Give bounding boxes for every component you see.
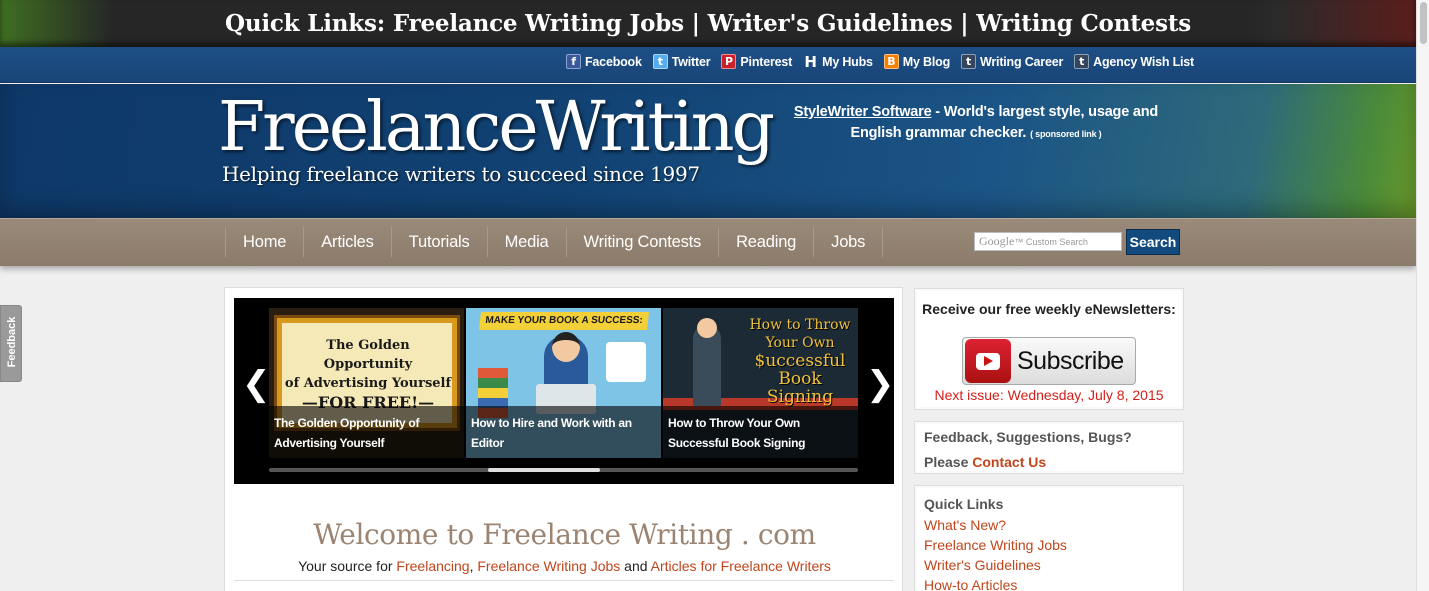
- tumblr-icon: t: [961, 54, 977, 69]
- social-bar: f Facebook t Twitter P Pinterest H My Hubs B…: [0, 47, 1416, 83]
- social-label: Pinterest: [740, 54, 793, 69]
- contact-us-link[interactable]: Contact Us: [972, 454, 1046, 470]
- feedback-prefix: Please: [924, 454, 973, 470]
- quick-link-whats-new[interactable]: What's New?: [924, 515, 1174, 535]
- newsletter-title: Receive our free weekly eNewsletters:: [922, 301, 1176, 317]
- social-label: My Hubs: [822, 54, 873, 69]
- search-input[interactable]: Google™ Custom Search: [974, 232, 1122, 251]
- art-line: Book Signing: [766, 369, 834, 407]
- sponsored-label: ( sponsored link ): [1030, 129, 1102, 139]
- feedback-box: Feedback, Suggestions, Bugs? Please Cont…: [914, 421, 1184, 474]
- feedback-title: Feedback, Suggestions, Bugs?: [924, 429, 1132, 445]
- main-nav: Home Articles Tutorials Media Writing Co…: [0, 218, 1416, 266]
- nav-reading[interactable]: Reading: [719, 227, 815, 257]
- subtitle-text: and: [620, 558, 651, 574]
- slide-hire-editor[interactable]: MAKE YOUR BOOK A SUCCESS: How to Hire an…: [466, 308, 661, 458]
- ad-link[interactable]: StyleWriter Software: [794, 104, 932, 120]
- featured-slider: ❮ The Golden Opportunity of Advertising …: [234, 298, 895, 484]
- sponsored-ad: StyleWriter Software - World's largest s…: [776, 102, 1176, 145]
- social-links: f Facebook t Twitter P Pinterest H My Hubs B…: [566, 52, 1205, 71]
- scrollbar-thumb[interactable]: [1420, 2, 1427, 44]
- nav-articles[interactable]: Articles: [304, 227, 392, 257]
- social-link-my-blog[interactable]: B My Blog: [883, 54, 951, 69]
- search-button[interactable]: Search: [1126, 229, 1180, 255]
- man-head-illustration: [697, 318, 717, 338]
- site-logo[interactable]: FreelanceWriting: [218, 94, 775, 162]
- link-freelancing[interactable]: Freelancing: [396, 558, 469, 574]
- nav-home[interactable]: Home: [226, 227, 305, 257]
- slide-caption[interactable]: The Golden Opportunity of Advertising Yo…: [269, 406, 464, 458]
- google-brand: Google: [979, 234, 1015, 248]
- social-label: Writing Career: [980, 54, 1064, 69]
- slide-banner: MAKE YOUR BOOK A SUCCESS:: [479, 312, 649, 330]
- quick-links-text[interactable]: Quick Links: Freelance Writing Jobs | Wr…: [225, 10, 1191, 37]
- nav-media[interactable]: Media: [488, 227, 567, 257]
- social-label: Twitter: [671, 54, 711, 69]
- slide-golden-opportunity[interactable]: The Golden Opportunity of Advertising Yo…: [269, 308, 464, 458]
- newsletter-box: Receive our free weekly eNewsletters: Su…: [914, 288, 1184, 410]
- art-line: How to Throw: [749, 317, 851, 333]
- page-scrollbar[interactable]: [1416, 0, 1429, 591]
- subscribe-label: Subscribe: [1017, 346, 1124, 375]
- art-line: $uccessful: [754, 351, 846, 371]
- nav-tutorials[interactable]: Tutorials: [392, 227, 488, 257]
- social-link-twitter[interactable]: t Twitter: [652, 54, 711, 69]
- quick-link-guidelines[interactable]: Writer's Guidelines: [924, 555, 1174, 575]
- slide-caption[interactable]: How to Hire and Work with an Editor: [466, 406, 661, 458]
- link-articles-for-writers[interactable]: Articles for Freelance Writers: [651, 558, 831, 574]
- link-freelance-writing-jobs[interactable]: Freelance Writing Jobs: [477, 558, 620, 574]
- subscribe-button[interactable]: Subscribe: [962, 337, 1136, 385]
- slide-caption[interactable]: How to Throw Your Own Successful Book Si…: [663, 406, 858, 458]
- site-header: FreelanceWriting Helping freelance write…: [0, 84, 1416, 218]
- site-tagline: Helping freelance writers to succeed sin…: [222, 162, 700, 186]
- social-label: My Blog: [902, 54, 951, 69]
- quick-links-title: Quick Links: [924, 496, 1004, 512]
- social-link-agency-wish-list[interactable]: t Agency Wish List: [1074, 54, 1194, 69]
- slider-scrollbar[interactable]: [269, 468, 858, 472]
- facebook-icon: f: [566, 54, 581, 69]
- slide-book-signing[interactable]: How to Throw Your Own $uccessful Book Si…: [663, 308, 858, 458]
- quick-links-bar: Quick Links: Freelance Writing Jobs | Wr…: [0, 0, 1416, 47]
- blogger-icon: B: [883, 54, 899, 69]
- slider-prev-arrow[interactable]: ❮: [242, 364, 271, 404]
- social-link-my-hubs[interactable]: H My Hubs: [803, 52, 873, 71]
- main-content: ❮ The Golden Opportunity of Advertising …: [224, 287, 903, 591]
- quick-link-jobs[interactable]: Freelance Writing Jobs: [924, 535, 1174, 555]
- chart-illustration: [606, 342, 646, 382]
- welcome-subtitle: Your source for Freelancing, Freelance W…: [225, 558, 904, 574]
- art-line: Your Own: [765, 335, 835, 351]
- slide-art-text: How to Throw Your Own $uccessful Book Si…: [743, 316, 857, 406]
- feedback-prompt: Please Contact Us: [924, 454, 1174, 470]
- slider-next-arrow[interactable]: ❯: [866, 364, 895, 404]
- search-placeholder: Custom Search: [1025, 237, 1088, 247]
- social-label: Facebook: [585, 54, 642, 69]
- art-line: The Golden Opportunity: [323, 338, 413, 372]
- hubpages-icon: H: [804, 52, 817, 71]
- pinterest-icon: P: [721, 54, 737, 69]
- feedback-tab-label: Feedback: [6, 316, 18, 368]
- divider: [234, 580, 894, 581]
- quick-links-box: Quick Links What's New? Freelance Writin…: [914, 485, 1184, 591]
- editor-head-illustration: [552, 332, 580, 362]
- social-link-pinterest[interactable]: P Pinterest: [721, 54, 792, 69]
- twitter-icon: t: [652, 54, 668, 69]
- social-link-writing-career[interactable]: t Writing Career: [961, 54, 1063, 69]
- welcome-heading: Welcome to Freelance Writing . com: [313, 518, 816, 551]
- slider-scroll-thumb[interactable]: [488, 468, 601, 472]
- nav-items: Home Articles Tutorials Media Writing Co…: [225, 227, 884, 257]
- art-line: of Advertising Yourself: [284, 376, 452, 391]
- youtube-icon: [965, 339, 1011, 383]
- social-link-facebook[interactable]: f Facebook: [566, 54, 642, 69]
- slide-art-text: The Golden Opportunity of Advertising Yo…: [283, 336, 453, 412]
- quick-link-how-to[interactable]: How-to Articles: [924, 575, 1174, 591]
- nav-jobs[interactable]: Jobs: [814, 227, 884, 257]
- subtitle-text: Your source for: [298, 558, 397, 574]
- nav-writing-contests[interactable]: Writing Contests: [567, 227, 720, 257]
- next-issue-date: Next issue: Wednesday, July 8, 2015: [934, 387, 1164, 403]
- man-illustration: [693, 326, 721, 406]
- feedback-tab[interactable]: Feedback: [0, 305, 22, 382]
- social-label: Agency Wish List: [1093, 54, 1194, 69]
- tumblr-icon: t: [1074, 54, 1090, 69]
